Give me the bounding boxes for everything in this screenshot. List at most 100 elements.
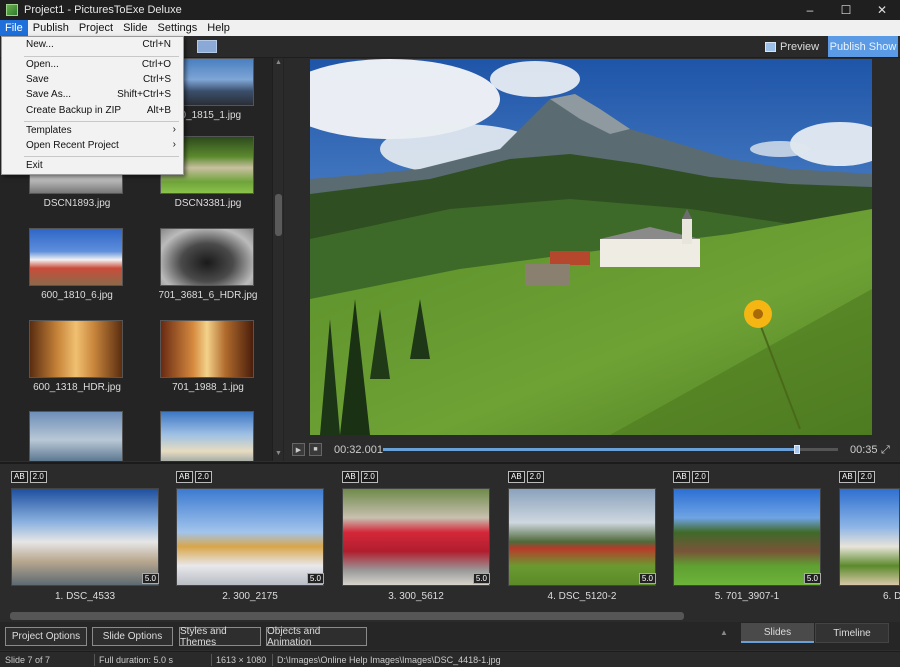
- scroll-up-icon[interactable]: ▲: [274, 59, 283, 67]
- styles-themes-button[interactable]: Styles and Themes: [179, 626, 261, 648]
- duration-badge[interactable]: 5.0: [306, 573, 324, 584]
- strip-scrollbar[interactable]: [0, 610, 900, 622]
- slide-caption: 4. DSC_5120-2: [547, 591, 617, 602]
- file-menu: New... Ctrl+N Open... Ctrl+O Save Ctrl+S Sa…: [1, 36, 184, 175]
- preview-button[interactable]: Preview: [765, 39, 819, 55]
- status-path: D:\Images\Online Help Images\Images\DSC_…: [277, 655, 501, 665]
- scrollbar-thumb[interactable]: [275, 194, 282, 236]
- landscape-picture: [310, 59, 872, 435]
- duration-badge[interactable]: 5.0: [141, 573, 159, 584]
- tab-timeline[interactable]: Timeline: [815, 623, 889, 643]
- duration-badge[interactable]: 5.0: [803, 573, 821, 584]
- browser-thumb[interactable]: 701_1988_1.jpg: [160, 320, 256, 400]
- window-title: Project1 - PicturesToExe Deluxe: [24, 4, 182, 16]
- browser-thumb[interactable]: 600_1318_HDR.jpg: [29, 320, 125, 400]
- thumb-caption: DSCN1893.jpg: [43, 198, 111, 209]
- collapse-icon[interactable]: ▲: [720, 628, 728, 637]
- transition-badge[interactable]: 2.0: [29, 471, 47, 483]
- menu-item-save[interactable]: Save Ctrl+S: [2, 73, 183, 88]
- menu-settings[interactable]: Settings: [153, 20, 203, 36]
- publish-show-button[interactable]: Publish Show: [828, 36, 898, 57]
- slide-thumbnail: [342, 488, 490, 586]
- duration-badge[interactable]: 5.0: [638, 573, 656, 584]
- status-resolution: 1613 × 1080: [216, 655, 267, 665]
- slide-thumbnail: [176, 488, 324, 586]
- transition-badge[interactable]: 2.0: [857, 471, 875, 483]
- menu-item-new[interactable]: New... Ctrl+N: [2, 38, 183, 53]
- ab-badge[interactable]: AB: [342, 471, 359, 483]
- menu-slide[interactable]: Slide: [118, 20, 152, 36]
- slide-thumbnail: [11, 488, 159, 586]
- slide-item[interactable]: AB 2.0 6. D: [839, 471, 900, 605]
- slide-caption: 3. 300_5612: [388, 591, 444, 602]
- browser-thumb[interactable]: 600_1810_6.jpg: [29, 228, 125, 308]
- thumb-caption: 701_1988_1.jpg: [172, 382, 244, 393]
- fullscreen-icon[interactable]: ⤢: [881, 444, 890, 457]
- thumb-caption: DSCN3381.jpg: [174, 198, 242, 209]
- view-mode-icon[interactable]: [197, 40, 217, 53]
- slide-caption: 1. DSC_4533: [54, 591, 116, 602]
- menu-file[interactable]: File: [0, 20, 28, 36]
- title-bar: Project1 - PicturesToExe Deluxe – ☐ ✕: [0, 0, 900, 20]
- ab-badge[interactable]: AB: [176, 471, 193, 483]
- end-time: 00:35: [850, 444, 878, 456]
- app-icon: [6, 4, 18, 16]
- thumb-caption: 600_1318_HDR.jpg: [33, 382, 121, 393]
- current-time: 00:32.001: [334, 444, 383, 456]
- objects-animation-button[interactable]: Objects and Animation: [266, 626, 367, 648]
- preview-label: Preview: [780, 41, 820, 53]
- slide-thumbnail: [673, 488, 821, 586]
- app-window: Project1 - PicturesToExe Deluxe – ☐ ✕ Fi…: [0, 0, 900, 667]
- slide-caption: 6. D: [883, 591, 900, 602]
- browser-thumb[interactable]: [160, 411, 256, 461]
- status-bar: Slide 7 of 7 Full duration: 5.0 s 1613 ×…: [0, 651, 900, 667]
- menu-item-backup-zip[interactable]: Create Backup in ZIP Alt+B: [2, 104, 183, 119]
- transition-badge[interactable]: 2.0: [194, 471, 212, 483]
- menu-item-templates[interactable]: Templates ›: [2, 124, 183, 139]
- minimize-button[interactable]: –: [792, 0, 828, 20]
- submenu-arrow-icon: ›: [172, 139, 176, 150]
- browser-thumb[interactable]: [29, 411, 125, 461]
- thumb-caption: 701_3681_6_HDR.jpg: [158, 290, 258, 301]
- browser-thumb[interactable]: 701_3681_6_HDR.jpg: [159, 228, 257, 308]
- menu-item-open-recent[interactable]: Open Recent Project ›: [2, 139, 183, 154]
- submenu-arrow-icon: ›: [172, 124, 176, 135]
- slide-caption: 2. 300_2175: [222, 591, 278, 602]
- ab-badge[interactable]: AB: [11, 471, 28, 483]
- slide-thumbnail: [839, 488, 900, 586]
- timeline-slider-handle[interactable]: [794, 445, 801, 454]
- scroll-down-icon[interactable]: ▼: [274, 450, 283, 458]
- menu-item-open[interactable]: Open... Ctrl+O: [2, 58, 183, 73]
- menu-help[interactable]: Help: [202, 20, 235, 36]
- project-options-button[interactable]: Project Options: [5, 627, 87, 646]
- maximize-button[interactable]: ☐: [828, 0, 864, 20]
- slide-options-button[interactable]: Slide Options: [92, 627, 173, 646]
- slide-item[interactable]: AB 2.0 5.0 3. 300_5612: [342, 471, 492, 605]
- slide-item[interactable]: AB 2.0 5.0 2. 300_2175: [176, 471, 326, 605]
- ab-badge[interactable]: AB: [673, 471, 690, 483]
- status-slide: Slide 7 of 7: [5, 655, 51, 665]
- browser-scrollbar[interactable]: ▲ ▼: [272, 58, 283, 461]
- stop-button[interactable]: ■: [309, 443, 322, 456]
- slide-item[interactable]: AB 2.0 5.0 5. 701_3907-1: [673, 471, 823, 605]
- duration-badge[interactable]: 5.0: [472, 573, 490, 584]
- menu-bar: File Publish Project Slide Settings Help: [0, 20, 900, 36]
- close-button[interactable]: ✕: [864, 0, 900, 20]
- menu-item-exit[interactable]: Exit: [2, 159, 183, 174]
- slide-caption: 5. 701_3907-1: [714, 591, 780, 602]
- strip-scrollbar-thumb[interactable]: [10, 612, 684, 620]
- play-button[interactable]: ▶: [292, 443, 305, 456]
- thumb-caption: 600_1810_6.jpg: [41, 290, 113, 301]
- ab-badge[interactable]: AB: [508, 471, 525, 483]
- window-controls: – ☐ ✕: [792, 0, 900, 20]
- menu-project[interactable]: Project: [74, 20, 118, 36]
- transition-badge[interactable]: 2.0: [526, 471, 544, 483]
- ab-badge[interactable]: AB: [839, 471, 856, 483]
- menu-item-save-as[interactable]: Save As... Shift+Ctrl+S: [2, 88, 183, 103]
- transition-badge[interactable]: 2.0: [360, 471, 378, 483]
- slide-item[interactable]: AB 2.0 5.0 4. DSC_5120-2: [508, 471, 658, 605]
- menu-publish[interactable]: Publish: [28, 20, 74, 36]
- transition-badge[interactable]: 2.0: [691, 471, 709, 483]
- slide-item[interactable]: AB 2.0 5.0 1. DSC_4533: [11, 471, 161, 605]
- tab-slides[interactable]: Slides: [741, 623, 814, 643]
